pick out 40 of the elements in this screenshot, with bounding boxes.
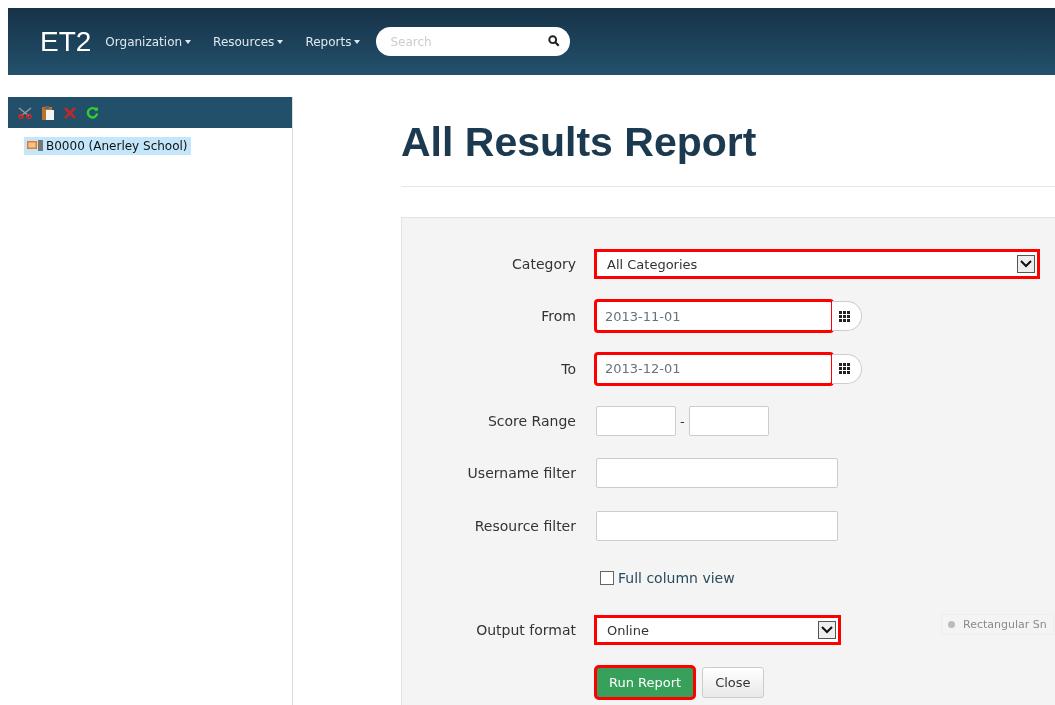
- dropdown[interactable]: All Categories: [596, 251, 1038, 278]
- nav-menu[interactable]: Resources: [213, 34, 284, 49]
- scissors-icon[interactable]: [18, 106, 32, 119]
- field-label: Output format: [475, 622, 577, 639]
- caret-icon: [277, 39, 284, 44]
- clipboard-icon[interactable]: [42, 105, 54, 120]
- chevron-icon[interactable]: [1017, 255, 1035, 274]
- tree-label: B0000 (Anerley School): [46, 138, 188, 153]
- logo[interactable]: ET2: [40, 25, 92, 58]
- field-label: Category: [511, 256, 577, 273]
- grid-icon: [839, 363, 850, 375]
- refresh-icon[interactable]: [86, 106, 99, 119]
- input-field[interactable]: [596, 458, 838, 489]
- calendar-button[interactable]: [832, 301, 862, 332]
- caret-icon: [354, 39, 361, 44]
- search-icon[interactable]: [548, 35, 561, 47]
- page-title: All Results Report: [401, 119, 758, 166]
- calendar-button[interactable]: [832, 353, 862, 384]
- close-button[interactable]: Close: [702, 667, 764, 698]
- field-label: From: [540, 308, 577, 325]
- input-field[interactable]: [596, 510, 838, 541]
- grid-icon: [839, 310, 850, 322]
- tree-item[interactable]: B0000 (Anerley School): [24, 136, 191, 155]
- checkbox[interactable]: Full column view: [600, 569, 735, 586]
- input-field[interactable]: [688, 406, 769, 437]
- dropdown[interactable]: Online: [596, 617, 839, 644]
- caret-icon: [185, 39, 192, 44]
- nav-menu[interactable]: Organization: [105, 34, 192, 49]
- field-label: Resource filter: [473, 517, 577, 534]
- chevron-icon[interactable]: [818, 621, 836, 640]
- nav-menu[interactable]: Reports: [305, 34, 361, 49]
- field-label: Score Range: [486, 413, 577, 430]
- field-label: To: [560, 360, 577, 377]
- date-field[interactable]: 2013-11-01: [596, 301, 832, 332]
- range-separator: -: [680, 413, 685, 429]
- input-field[interactable]: [596, 406, 676, 437]
- computer-icon: [27, 140, 43, 151]
- date-field[interactable]: 2013-12-01: [596, 353, 832, 384]
- faded-tooltip: Rectangular Sn: [941, 614, 1054, 635]
- field-label: Username filter: [466, 465, 577, 482]
